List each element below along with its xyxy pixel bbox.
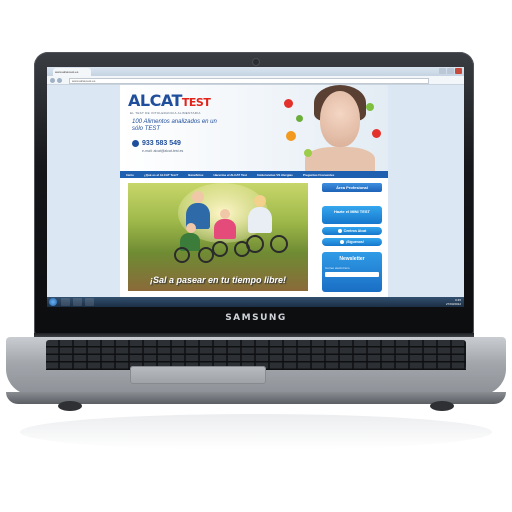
minimize-icon[interactable] (439, 68, 446, 74)
location-icon (337, 229, 342, 233)
start-button[interactable] (49, 298, 57, 306)
touchpad (130, 366, 266, 384)
maximize-icon[interactable] (447, 68, 454, 74)
address-bar[interactable]: www.alcat-test.es (69, 77, 429, 84)
nav-item-hacerme[interactable]: Hacerme el ALCAT Test (213, 173, 246, 177)
laptop-foot-right (430, 401, 454, 411)
phone-number: 933 583 549 (132, 140, 181, 147)
system-clock[interactable]: 0:45 27/03/2012 (446, 298, 461, 306)
mini-test-button[interactable]: Hazte el MINI TEST (322, 206, 382, 224)
brand-logo: SAMSUNG (225, 313, 287, 323)
laptop-foot-left (58, 401, 82, 411)
browser-tab[interactable]: www.alcat-test.es (53, 68, 91, 76)
centers-button[interactable]: Centros Alcat (322, 227, 382, 235)
site-header: ALCATTEST EL TEST DE INTOLERANCIA ALIMEN… (120, 85, 388, 171)
newsletter-title: Newsletter (339, 256, 365, 262)
newsletter-label: Correo electrónico (325, 266, 350, 270)
nav-item-inicio[interactable]: Inicio (126, 173, 134, 177)
follow-us-button[interactable]: ¡Síguenos! (322, 238, 382, 246)
taskbar-media-icon[interactable] (85, 298, 94, 306)
web-page: ALCATTEST EL TEST DE INTOLERANCIA ALIMEN… (47, 85, 464, 297)
site-logo[interactable]: ALCATTEST (128, 91, 211, 110)
contact-email[interactable]: e-mail: alcat@alcat-test.es (142, 149, 183, 153)
site-container: ALCATTEST EL TEST DE INTOLERANCIA ALIMEN… (120, 85, 388, 297)
header-model-image (280, 85, 388, 171)
newsletter-box: Newsletter Correo electrónico (322, 252, 382, 292)
nav-item-que-es[interactable]: ¿Qué es el ALCAT Test? (144, 173, 178, 177)
social-icon (339, 240, 344, 244)
window-controls (439, 68, 462, 74)
reflection (20, 414, 492, 450)
newsletter-email-input[interactable] (325, 272, 379, 277)
close-icon[interactable] (455, 68, 462, 74)
laptop-screen: www.alcat-test.es www.alcat-test.es ALCA… (47, 67, 464, 307)
site-tagline: EL TEST DE INTOLERANCIA ALIMENTARIA (130, 111, 201, 115)
nav-item-intolerancias[interactable]: Intolerancias VS Alergias (257, 173, 293, 177)
taskbar-browser-icon[interactable] (73, 298, 82, 306)
laptop-front-edge (6, 392, 506, 404)
tab-title: www.alcat-test.es (55, 70, 79, 74)
nav-item-preguntas[interactable]: Preguntas Frecuentes (303, 173, 335, 177)
back-icon[interactable] (50, 78, 55, 83)
webcam (253, 59, 259, 65)
hero-caption: ¡Sal a pasear en tu tiempo libre! (149, 275, 287, 285)
forward-icon[interactable] (57, 78, 62, 83)
taskbar-explorer-icon[interactable] (61, 298, 70, 306)
hero-image: ¡Sal a pasear en tu tiempo libre! (128, 183, 308, 291)
sidebar: Área Profesional Hazte el MINI TEST Cent… (322, 183, 382, 292)
nav-item-beneficios[interactable]: Beneficios (188, 173, 203, 177)
laptop-photo: www.alcat-test.es www.alcat-test.es ALCA… (0, 0, 512, 512)
browser-tab-bar: www.alcat-test.es (47, 67, 464, 76)
main-nav: Inicio ¿Qué es el ALCAT Test? Beneficios… (120, 171, 388, 178)
professional-area-button[interactable]: Área Profesional (322, 183, 382, 192)
browser-toolbar: www.alcat-test.es (47, 76, 464, 85)
windows-taskbar: 0:45 27/03/2012 (47, 297, 464, 307)
site-slogan: 100 Alimentos analizados en un sólo TEST (132, 119, 217, 132)
phone-icon (132, 140, 139, 147)
